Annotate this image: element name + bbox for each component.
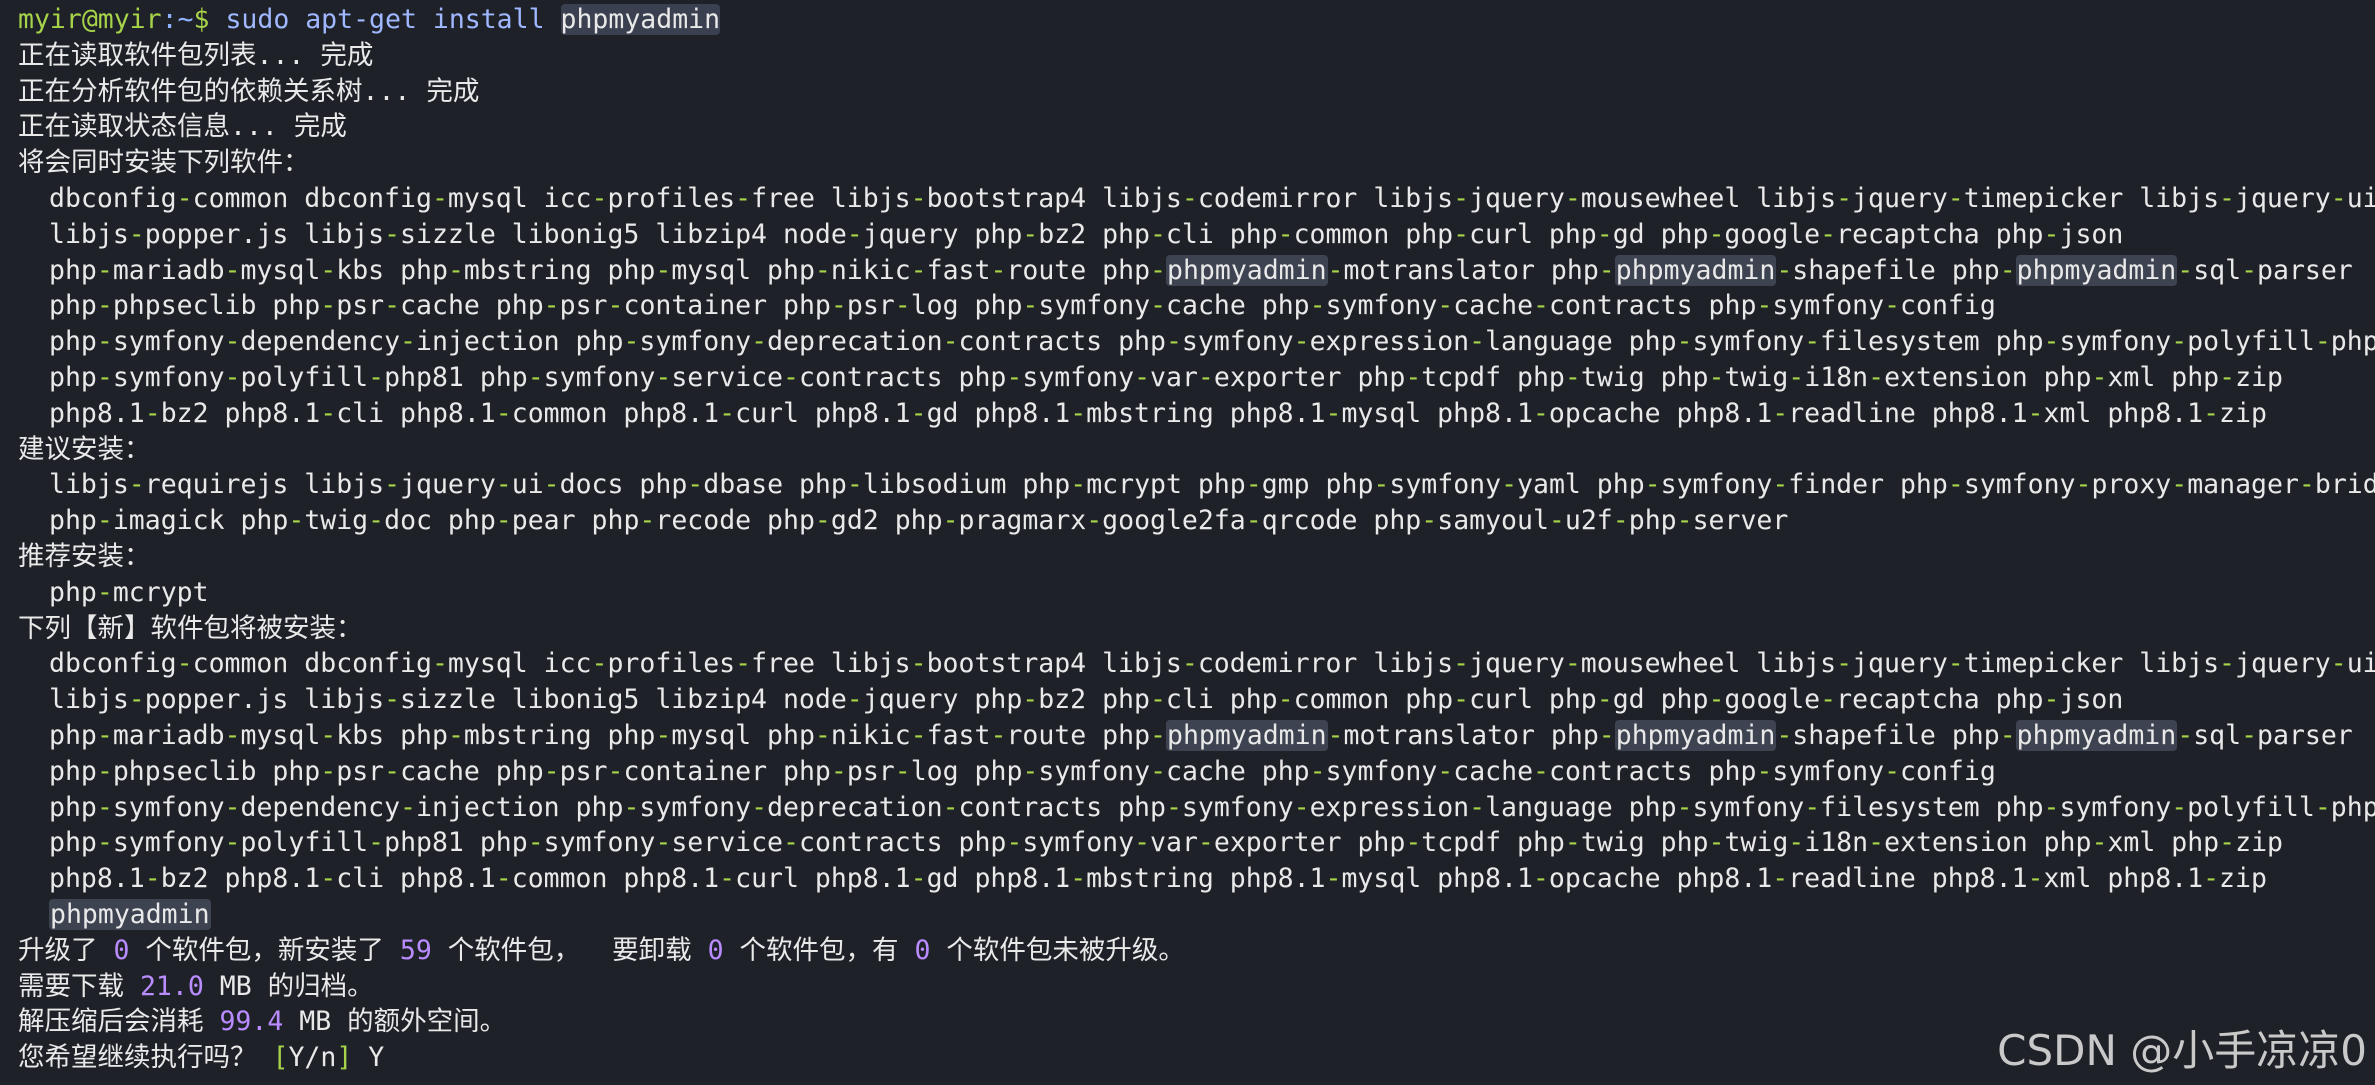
package-line: php-symfony-dependency-injection php-sym…: [49, 791, 2375, 823]
extra-packages-list: dbconfig-common dbconfig-mysql icc-profi…: [18, 181, 2375, 432]
highlighted-match: phpmyadmin: [2015, 719, 2178, 751]
not-upgraded-count: 0: [914, 934, 931, 966]
package-line: php-phpseclib php-psr-cache php-psr-cont…: [49, 755, 1996, 787]
summary-text: 个软件包，新安装了: [129, 934, 400, 966]
package-line: php8.1-bz2 php8.1-cli php8.1-common php8…: [49, 863, 2267, 895]
download-size: 21.0: [139, 970, 204, 1002]
summary-text: 个软件包，有: [723, 934, 915, 966]
command-text: sudo apt-get install: [225, 4, 545, 35]
package-line: php-mariadb-mysql-kbs php-mbstring php-m…: [49, 719, 2353, 751]
status-line: 正在读取状态信息... 完成: [18, 111, 347, 143]
summary-text: 个软件包， 要卸载: [431, 934, 708, 966]
package-line: libjs-popper.js libjs-sizzle libonig5 li…: [49, 218, 2124, 250]
highlighted-match: phpmyadmin: [1166, 254, 1328, 286]
confirm-question: 您希望继续执行吗？: [18, 1042, 273, 1074]
package-line: php-mcrypt: [49, 576, 209, 608]
package-line: dbconfig-common dbconfig-mysql icc-profi…: [49, 182, 2375, 214]
extra-packages-header: 将会同时安装下列软件：: [18, 147, 310, 179]
package-line: libjs-popper.js libjs-sizzle libonig5 li…: [49, 684, 2124, 716]
recommended-packages-header: 推荐安装：: [18, 540, 151, 572]
summary-text: 升级了: [18, 934, 114, 966]
prompt-user-host: myir@myir: [18, 4, 162, 35]
package-line: php-imagick php-twig-doc php-pear php-re…: [49, 505, 1789, 537]
highlighted-match: phpmyadmin: [1166, 719, 1328, 751]
new-packages-header: 下列【新】软件包将被安装：: [18, 612, 363, 644]
command-argument: phpmyadmin: [560, 4, 721, 35]
package-line: php-symfony-polyfill-php81 php-symfony-s…: [49, 827, 2283, 859]
package-line: dbconfig-common dbconfig-mysql icc-profi…: [49, 648, 2375, 680]
highlighted-match: phpmyadmin: [2015, 254, 2178, 286]
summary-text: MB 的归档。: [203, 970, 374, 1002]
summary-text: 需要下载: [18, 970, 140, 1002]
confirm-options: Y/n: [288, 1042, 337, 1074]
disk-space-size: 99.4: [219, 1006, 284, 1038]
prompt-path: :~: [161, 4, 194, 35]
suggested-packages-list: libjs-requirejs libjs-jquery-ui-docs php…: [18, 467, 2375, 539]
command-prompt-line: myir@myir:~$ sudo apt-get install phpmya…: [18, 2, 2375, 38]
highlighted-match: phpmyadmin: [1614, 254, 1777, 286]
download-size-line: 需要下载 21.0 MB 的归档。: [18, 969, 2375, 1005]
remove-count: 0: [707, 934, 724, 966]
summary-text: 个软件包未被升级。: [930, 934, 1185, 966]
prompt-symbol: $: [193, 4, 210, 35]
package-line: php-phpseclib php-psr-cache php-psr-cont…: [49, 290, 1996, 322]
csdn-watermark: CSDN @小手凉凉0: [1997, 1026, 2367, 1075]
summary-text: MB 的额外空间。: [283, 1006, 507, 1038]
package-line: php8.1-bz2 php8.1-cli php8.1-common php8…: [49, 397, 2267, 429]
recommended-packages-list: php-mcrypt: [18, 575, 2375, 611]
package-line: libjs-requirejs libjs-jquery-ui-docs php…: [49, 469, 2375, 501]
new-packages-list: dbconfig-common dbconfig-mysql icc-profi…: [18, 646, 2375, 932]
package-line: php-symfony-polyfill-php81 php-symfony-s…: [49, 361, 2283, 393]
upgraded-count: 0: [113, 934, 130, 966]
confirm-bracket-open: [: [272, 1042, 289, 1074]
status-line: 正在读取软件包列表... 完成: [18, 39, 374, 71]
package-line: php-symfony-dependency-injection php-sym…: [49, 326, 2375, 358]
highlighted-match: phpmyadmin: [1614, 719, 1777, 751]
summary-upgrade-line: 升级了 0 个软件包，新安装了 59 个软件包， 要卸载 0 个软件包，有 0 …: [18, 933, 2375, 969]
status-line: 正在分析软件包的依赖关系树... 完成: [18, 75, 480, 107]
confirm-answer-input[interactable]: Y: [352, 1042, 384, 1073]
terminal-window[interactable]: myir@myir:~$ sudo apt-get install phpmya…: [0, 0, 2375, 1085]
highlighted-match: phpmyadmin: [49, 898, 211, 930]
confirm-bracket-close: ]: [336, 1042, 353, 1074]
suggested-packages-header: 建议安装：: [18, 433, 151, 465]
newly-installed-count: 59: [399, 934, 432, 966]
summary-text: 解压缩后会消耗: [18, 1006, 220, 1038]
package-line: phpmyadmin: [18, 897, 2375, 933]
package-line: php-mariadb-mysql-kbs php-mbstring php-m…: [49, 254, 2353, 286]
